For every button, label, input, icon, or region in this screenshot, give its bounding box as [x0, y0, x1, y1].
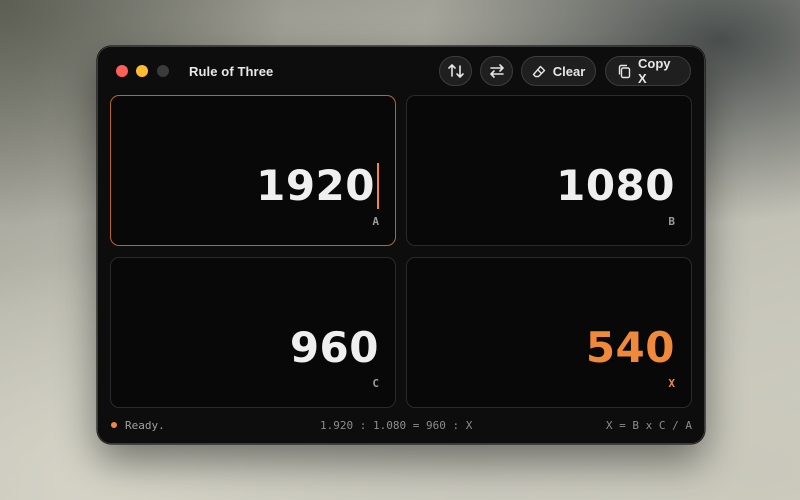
status-indicator-dot	[111, 422, 117, 428]
clear-button[interactable]: Clear	[521, 56, 596, 86]
field-x-tag: X	[668, 377, 675, 390]
title-bar: Rule of Three Clear Copy X	[98, 47, 704, 95]
copy-icon	[617, 64, 632, 79]
status-formula: X = B x C / A	[605, 419, 692, 432]
swap-horizontal-icon	[488, 62, 506, 80]
field-b-tag: B	[668, 215, 675, 228]
field-a-input[interactable]: 1920	[256, 162, 379, 210]
window-title: Rule of Three	[189, 64, 274, 79]
field-b[interactable]: 1080 B	[406, 95, 692, 246]
field-x-output: 540	[586, 324, 675, 372]
field-x-result[interactable]: 540 X	[406, 257, 692, 408]
text-caret	[377, 163, 379, 209]
field-c-value: 960	[289, 323, 379, 372]
swap-vertical-button[interactable]	[439, 56, 472, 86]
field-a-tag: A	[372, 215, 379, 228]
field-c-tag: C	[372, 377, 379, 390]
swap-vertical-icon	[447, 62, 465, 80]
copy-x-button-label: Copy X	[638, 56, 671, 86]
app-window: Rule of Three Clear Copy X 1920 A 1080 B…	[97, 46, 705, 444]
copy-x-button[interactable]: Copy X	[605, 56, 691, 86]
status-bar: Ready. 1.920 : 1.080 = 960 : X X = B x C…	[98, 409, 704, 443]
status-equation: 1.920 : 1.080 = 960 : X	[320, 419, 473, 432]
eraser-icon	[532, 64, 547, 79]
swap-horizontal-button[interactable]	[480, 56, 513, 86]
status-text: Ready.	[125, 419, 165, 432]
minimize-window-button[interactable]	[136, 65, 148, 77]
field-x-value: 540	[585, 323, 675, 372]
field-b-input[interactable]: 1080	[556, 162, 675, 210]
field-a-value: 1920	[256, 161, 375, 210]
field-c-input[interactable]: 960	[290, 324, 379, 372]
clear-button-label: Clear	[552, 63, 586, 79]
field-a[interactable]: 1920 A	[110, 95, 396, 246]
zoom-window-button[interactable]	[157, 65, 169, 77]
close-window-button[interactable]	[116, 65, 128, 77]
field-b-value: 1080	[556, 161, 675, 210]
field-c[interactable]: 960 C	[110, 257, 396, 408]
